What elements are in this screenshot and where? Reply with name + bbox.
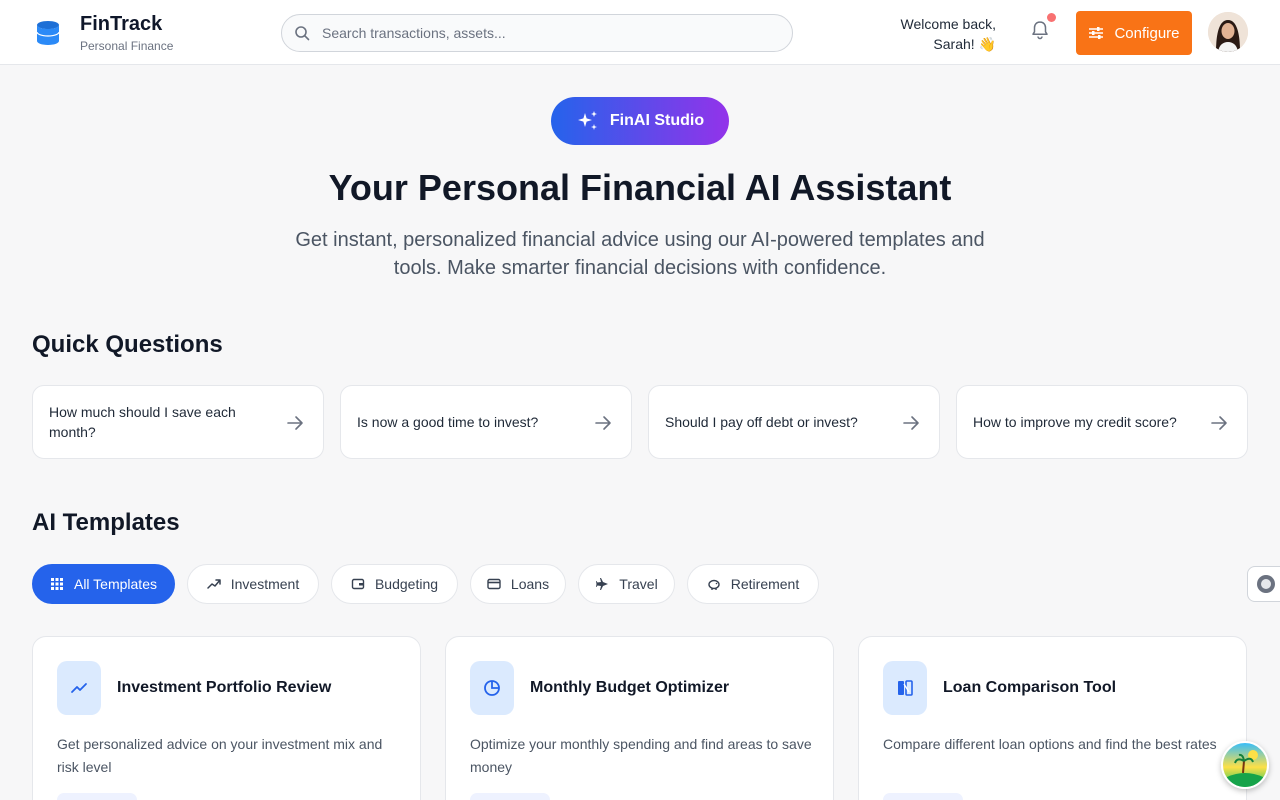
island-icon [1227, 750, 1263, 787]
quick-question-card[interactable]: How to improve my credit score? [956, 385, 1248, 459]
user-avatar[interactable] [1208, 12, 1248, 52]
quick-question-card[interactable]: Should I pay off debt or invest? [648, 385, 940, 459]
top-header: FinTrack Personal Finance Welcome back, … [0, 0, 1280, 65]
app-subtitle: Personal Finance [80, 39, 174, 53]
template-icon-box [470, 661, 514, 715]
filter-chip-label: All Templates [73, 576, 157, 592]
compare-icon [898, 680, 913, 696]
template-title: Investment Portfolio Review [117, 679, 332, 696]
ai-templates-title: AI Templates [32, 509, 180, 536]
template-card-loan-comparison[interactable]: Loan Comparison Tool Compare different l… [858, 636, 1247, 800]
filter-chip-label: Budgeting [374, 576, 439, 592]
quick-question-text: How much should I save each month? [49, 404, 236, 440]
quick-question-card[interactable]: Is now a good time to invest? [340, 385, 632, 459]
notification-bell-icon[interactable] [1029, 19, 1051, 41]
filter-chip-investment[interactable]: Investment [187, 564, 319, 604]
template-tag [470, 793, 550, 800]
pie-chart-icon [484, 680, 500, 696]
quick-question-text: Should I pay off debt or invest? [665, 414, 858, 430]
avatar-portrait-icon [1208, 12, 1248, 52]
quick-question-card[interactable]: How much should I save each month? [32, 385, 324, 459]
arrow-right-icon [903, 416, 919, 430]
template-description: Compare different loan options and find … [883, 736, 1217, 752]
configure-label: Configure [1114, 24, 1180, 42]
grid-icon [50, 578, 63, 590]
finai-studio-badge: FinAI Studio [551, 97, 729, 145]
sliders-icon [1089, 27, 1104, 39]
template-icon-box [57, 661, 101, 715]
template-title: Monthly Budget Optimizer [530, 679, 730, 696]
hero-title: Your Personal Financial AI Assistant [328, 167, 952, 208]
assistant-fab-button[interactable] [1221, 741, 1269, 789]
filter-chip-travel[interactable]: Travel [578, 564, 675, 604]
app-title: FinTrack [80, 13, 163, 35]
hero-subtitle: Get instant, personalized financial advi… [295, 229, 985, 279]
filter-chip-label: Retirement [730, 576, 800, 592]
database-logo-icon [36, 21, 60, 45]
template-description: Get personalized advice on your investme… [57, 736, 383, 775]
trend-up-icon [71, 683, 87, 693]
quick-question-text: How to improve my credit score? [973, 414, 1177, 430]
search-bar[interactable] [281, 14, 793, 52]
welcome-message: Welcome back, Sarah! 👋 [901, 14, 996, 54]
wallet-icon [351, 578, 365, 590]
filter-chip-label: Travel [619, 576, 658, 592]
template-tag [57, 793, 137, 800]
search-input[interactable] [322, 15, 782, 51]
filter-chip-loans[interactable]: Loans [470, 564, 566, 604]
welcome-line: Welcome back, [900, 16, 996, 32]
arrow-right-icon [287, 416, 303, 430]
template-card-monthly-budget[interactable]: Monthly Budget Optimizer Optimize your m… [445, 636, 834, 800]
side-panel-toggle[interactable] [1247, 566, 1280, 602]
plane-icon [596, 578, 609, 590]
sparkles-icon [577, 111, 597, 130]
template-title: Loan Comparison Tool [943, 679, 1117, 696]
quick-questions-title: Quick Questions [32, 331, 223, 358]
template-description: Optimize your monthly spending and find … [470, 736, 812, 775]
template-tag [883, 793, 963, 800]
quick-question-text: Is now a good time to invest? [357, 414, 539, 430]
card-icon [487, 578, 501, 590]
filter-chip-label: Investment [230, 576, 300, 592]
finai-studio-label: FinAI Studio [609, 112, 705, 129]
filter-chip-label: Loans [510, 576, 550, 592]
welcome-name: Sarah! 👋 [933, 36, 996, 52]
arrow-right-icon [1211, 416, 1227, 430]
filter-chip-all-templates[interactable]: All Templates [32, 564, 175, 604]
side-panel-icon [1257, 575, 1275, 593]
template-card-investment-portfolio[interactable]: Investment Portfolio Review Get personal… [32, 636, 421, 800]
piggy-bank-icon [708, 579, 720, 590]
trend-up-icon [207, 579, 221, 589]
filter-chip-retirement[interactable]: Retirement [687, 564, 819, 604]
notification-dot [1047, 13, 1056, 22]
search-icon [295, 26, 310, 41]
configure-button[interactable]: Configure [1076, 11, 1192, 55]
arrow-right-icon [595, 416, 611, 430]
filter-chip-budgeting[interactable]: Budgeting [331, 564, 458, 604]
template-icon-box [883, 661, 927, 715]
